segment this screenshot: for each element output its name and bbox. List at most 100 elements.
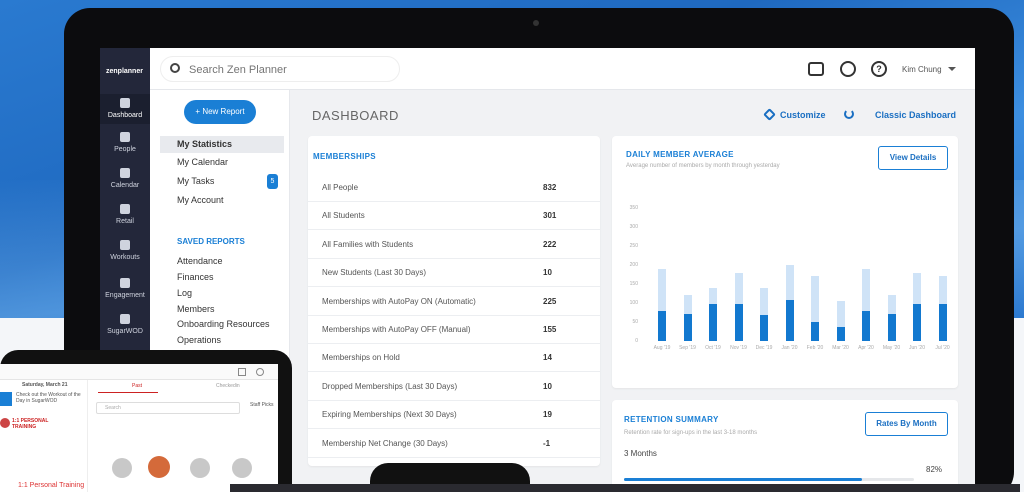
bar-average[interactable] <box>887 313 896 341</box>
nav-engagement[interactable]: Engagement <box>100 278 150 299</box>
nav-people[interactable]: People <box>100 132 150 153</box>
sidebar-item-my-calendar[interactable]: My Calendar <box>160 154 284 171</box>
bar-average[interactable] <box>734 303 743 341</box>
nav-retail[interactable]: Retail <box>100 204 150 225</box>
gear-icon[interactable] <box>256 368 264 376</box>
retention-subtitle: Retention rate for sign-ups in the last … <box>624 430 758 436</box>
grid-icon[interactable] <box>238 368 246 376</box>
monitor-icon[interactable] <box>808 62 824 76</box>
avatar[interactable] <box>148 456 170 478</box>
sugarwod-icon <box>0 392 12 406</box>
table-row[interactable]: Memberships with AutoPay ON (Automatic) 2… <box>308 288 600 316</box>
clock-icon[interactable] <box>840 61 856 77</box>
tablet-search-label: Search <box>105 405 121 411</box>
nav-workouts[interactable]: Workouts <box>100 240 150 261</box>
bar-average[interactable] <box>709 303 717 341</box>
top-bar: ? Kim Chung <box>150 48 975 90</box>
retention-summary-card: RETENTION SUMMARY Retention rate for sig… <box>612 400 958 492</box>
logo: zenplanner <box>106 68 143 75</box>
daily-member-chart: 350 300 250 200 150 100 50 0 Aug '19 Sep '19 Oct '… <box>612 136 958 388</box>
new-report-button[interactable]: + New Report <box>184 100 256 124</box>
search-input[interactable] <box>189 61 389 79</box>
dashboard-icon <box>120 98 130 108</box>
retention-progress-fill <box>624 478 862 481</box>
saved-report-log[interactable]: Log <box>177 288 192 298</box>
saved-report-attendance[interactable]: Attendance <box>177 256 223 266</box>
heart-icon <box>120 240 130 250</box>
table-row[interactable]: All Students 301 <box>308 202 600 231</box>
nav-calendar[interactable]: Calendar <box>100 168 150 189</box>
tab-checkedin[interactable]: Checkedin <box>216 383 240 389</box>
row-label: All Families with Students <box>322 239 414 249</box>
row-value: 14 <box>543 353 552 363</box>
table-row[interactable]: All People 832 <box>308 174 600 202</box>
staff-picks-label[interactable]: Staff Picks <box>250 402 274 408</box>
saved-report-onboarding[interactable]: Onboarding Resources <box>177 319 270 329</box>
x-tick-label: Jul '20 <box>935 345 950 351</box>
user-name[interactable]: Kim Chung <box>902 65 942 74</box>
row-label: Dropped Memberships (Last 30 Days) <box>322 381 458 391</box>
table-row[interactable]: All Families with Students 222 <box>308 231 600 259</box>
retention-progress <box>624 478 914 481</box>
table-row[interactable]: Dropped Memberships (Last 30 Days) 10 <box>308 373 600 401</box>
bar-average[interactable] <box>913 303 921 341</box>
table-row[interactable]: Memberships with AutoPay OFF (Manual) 155 <box>308 316 600 344</box>
row-value: 155 <box>543 325 557 334</box>
nav-sugarwod[interactable]: SugarWOD <box>100 314 150 335</box>
refresh-icon[interactable] <box>844 109 854 119</box>
row-label: Expiring Memberships (Next 30 Days) <box>322 410 457 420</box>
customize-link[interactable]: Customize <box>780 110 826 120</box>
tablet-search[interactable]: Search <box>96 402 240 414</box>
tab-past[interactable]: Past <box>132 383 142 389</box>
y-tick-label: 300 <box>629 224 638 230</box>
bar-average[interactable] <box>862 310 870 341</box>
retention-percent: 82% <box>926 465 943 474</box>
bar-average[interactable] <box>836 326 845 341</box>
classic-dashboard-link[interactable]: Classic Dashboard <box>875 110 956 120</box>
tag-icon <box>120 204 130 214</box>
saved-report-finances[interactable]: Finances <box>177 272 214 282</box>
saved-reports-heading: SAVED REPORTS <box>177 237 245 246</box>
table-row[interactable]: Membership Net Change (30 Days) -1 <box>308 430 600 458</box>
saved-report-operations[interactable]: Operations <box>177 335 221 345</box>
nav-dashboard[interactable]: Dashboard <box>100 94 150 124</box>
chevron-down-icon[interactable] <box>948 67 956 71</box>
x-tick-label: Aug '19 <box>653 345 671 351</box>
bar-average[interactable] <box>683 313 692 341</box>
avatar[interactable] <box>112 458 132 478</box>
nav-label: People <box>114 146 136 153</box>
tablet-top-bar <box>0 364 278 380</box>
avatar[interactable] <box>190 458 210 478</box>
help-icon[interactable]: ? <box>871 61 887 77</box>
bar-average[interactable] <box>785 299 794 341</box>
x-tick-label: Apr '20 <box>858 345 874 351</box>
y-tick-label: 100 <box>629 300 638 306</box>
wrench-icon[interactable] <box>763 108 776 121</box>
sidebar-item-my-statistics[interactable]: My Statistics <box>160 136 284 153</box>
x-tick-label: Nov '19 <box>730 345 747 351</box>
dumbbell-icon <box>120 314 130 324</box>
sidebar-item-my-account[interactable]: My Account <box>160 192 284 209</box>
tablet-footer-class[interactable]: 1:1 Personal Training <box>18 482 84 489</box>
row-value: -1 <box>543 438 551 448</box>
bar-average[interactable] <box>938 303 947 341</box>
row-value: 832 <box>543 183 557 192</box>
table-row[interactable]: New Students (Last 30 Days) 10 <box>308 259 600 288</box>
sidebar-item-label: My Tasks <box>177 176 215 186</box>
x-tick-label: May '20 <box>882 345 901 351</box>
bar-average[interactable] <box>658 310 666 341</box>
search-box[interactable] <box>160 56 400 82</box>
sidebar-item-my-tasks[interactable]: My Tasks 5 <box>160 173 284 190</box>
saved-report-members[interactable]: Members <box>177 304 215 314</box>
tablet-class-name[interactable]: 1:1 PERSONAL TRAINING <box>12 418 62 430</box>
table-row[interactable]: Memberships on Hold 14 <box>308 344 600 373</box>
bar-average[interactable] <box>811 322 819 341</box>
tablet-main: Past Checkedin Search Staff Picks <box>90 380 278 492</box>
memberships-card: MEMBERSHIPS All People 832 All Students 301… <box>308 136 600 466</box>
table-row[interactable]: Expiring Memberships (Next 30 Days) 19 <box>308 401 600 430</box>
rates-by-month-button[interactable]: Rates By Month <box>865 412 948 436</box>
bar-average[interactable] <box>760 315 768 341</box>
x-tick-label: Dec '19 <box>755 345 773 351</box>
avatar[interactable] <box>232 458 252 478</box>
nav-label: Calendar <box>110 182 140 189</box>
